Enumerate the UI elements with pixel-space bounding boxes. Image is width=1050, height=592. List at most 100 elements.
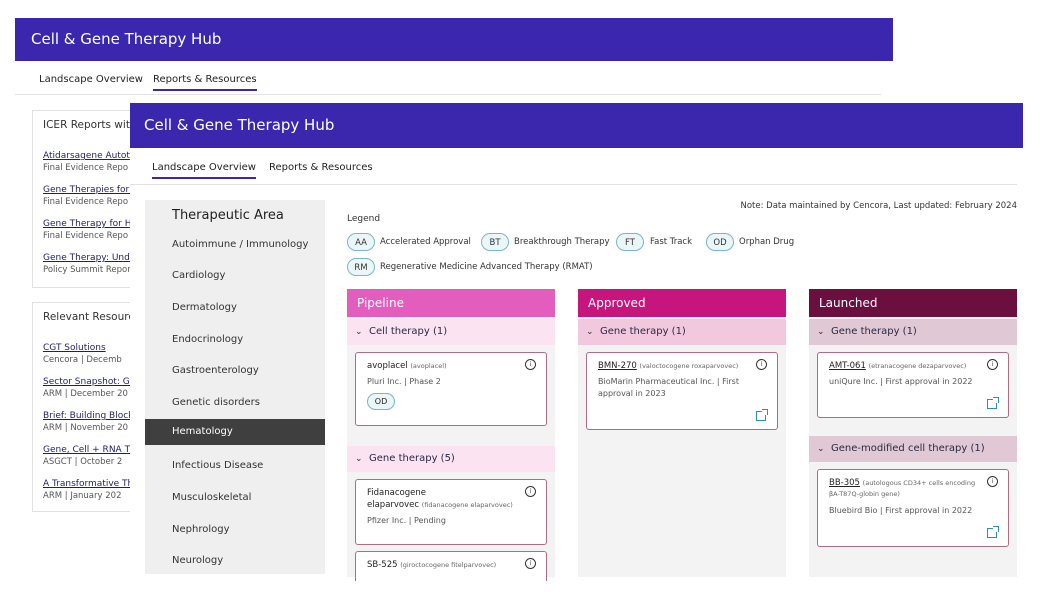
therapy-name: SB-525 (giroctocogene fitelparvovec) bbox=[367, 560, 496, 570]
list-item: Sector Snapshot: Ge ARM | December 20 bbox=[43, 377, 135, 399]
group-toggle[interactable]: ⌄ Cell therapy (1) bbox=[347, 319, 555, 345]
sidebar-item-nephrology[interactable]: Nephrology bbox=[145, 517, 325, 543]
tab-landscape-overview[interactable]: Landscape Overview bbox=[152, 162, 256, 179]
legend-badge-bt: BT bbox=[481, 233, 509, 251]
therapy-card[interactable]: BB-305 (autologous CD34+ cells encoding … bbox=[817, 469, 1009, 547]
report-link[interactable]: Atidarsagene Autot bbox=[43, 151, 130, 161]
therapy-name: avoplacel (avoplacel) bbox=[367, 361, 447, 371]
column-header: Pipeline bbox=[347, 289, 555, 317]
therapy-name: Fidanacogene bbox=[367, 488, 426, 498]
chevron-down-icon: ⌄ bbox=[817, 327, 825, 337]
sidebar-item-neurology[interactable]: Neurology bbox=[145, 548, 325, 574]
list-item: CGT Solutions Cencora | Decemb bbox=[43, 343, 122, 365]
sidebar-item-gastroenterology[interactable]: Gastroenterology bbox=[145, 358, 325, 384]
therapy-detail: Pfizer Inc. | Pending bbox=[367, 516, 446, 525]
resource-link[interactable]: CGT Solutions bbox=[43, 343, 122, 353]
sidebar-item-autoimmune[interactable]: Autoimmune / Immunology bbox=[145, 232, 325, 258]
column-header: Approved bbox=[578, 289, 786, 317]
group-toggle[interactable]: ⌄ Gene therapy (5) bbox=[347, 446, 555, 472]
legend-label: Fast Track bbox=[650, 237, 693, 247]
report-subtitle: Final Evidence Repo bbox=[43, 197, 129, 207]
badge-od: OD bbox=[367, 393, 395, 410]
generic-name: (giroctocogene fitelparvovec) bbox=[400, 561, 497, 569]
therapy-card[interactable]: AMT-061 (etranacogene dezaparvovec) i un… bbox=[817, 352, 1009, 418]
therapy-detail: BioMarin Pharmaceutical Inc. | First bbox=[598, 377, 739, 386]
info-icon[interactable]: i bbox=[756, 359, 767, 370]
legend-label: Accelerated Approval bbox=[380, 237, 471, 247]
therapeutic-area-sidebar: Therapeutic Area Autoimmune / Immunology… bbox=[145, 200, 325, 574]
tab-reports-resources[interactable]: Reports & Resources bbox=[153, 74, 257, 91]
resource-link[interactable]: A Transformative Th bbox=[43, 479, 133, 489]
therapy-card[interactable]: SB-525 (giroctocogene fitelparvovec) i bbox=[355, 551, 547, 581]
therapy-title[interactable]: AMT-061 bbox=[829, 361, 866, 371]
therapy-title[interactable]: BB-305 bbox=[829, 478, 860, 488]
list-item: Gene Therapy: Unde Policy Summit Repor bbox=[43, 253, 135, 275]
list-item: Brief: Building Block ARM | November 20 bbox=[43, 411, 133, 433]
external-link-icon[interactable] bbox=[756, 409, 768, 421]
tab-landscape-overview[interactable]: Landscape Overview bbox=[39, 74, 143, 85]
chevron-down-icon: ⌄ bbox=[355, 454, 363, 464]
sidebar-item-infectious-disease[interactable]: Infectious Disease bbox=[145, 453, 325, 479]
sidebar-item-hematology[interactable]: Hematology bbox=[145, 419, 325, 445]
resource-link[interactable]: Sector Snapshot: Ge bbox=[43, 377, 135, 387]
therapy-detail: Pluri Inc. | Phase 2 bbox=[367, 377, 441, 386]
pipeline-column: Pipeline ⌄ Cell therapy (1) avoplacel (av… bbox=[347, 289, 555, 581]
generic-name-line2: βA-T87Q-globin gene) bbox=[829, 489, 900, 499]
chevron-down-icon: ⌄ bbox=[586, 327, 594, 337]
sidebar-item-endocrinology[interactable]: Endocrinology bbox=[145, 327, 325, 353]
sidebar-item-cardiology[interactable]: Cardiology bbox=[145, 263, 325, 289]
therapy-name: BMN-270 (valoctocogene roxaparvovec) bbox=[598, 361, 738, 371]
therapy-card[interactable]: Fidanacogene elaparvovec (fidanacogene e… bbox=[355, 479, 547, 545]
report-subtitle: Final Evidence Repo bbox=[43, 231, 129, 241]
info-icon[interactable]: i bbox=[525, 558, 536, 569]
sidebar-item-dermatology[interactable]: Dermatology bbox=[145, 295, 325, 321]
approved-column: Approved ⌄ Gene therapy (1) BMN-270 (valo… bbox=[578, 289, 786, 577]
therapy-name: BB-305 (autologous CD34+ cells encoding bbox=[829, 478, 975, 488]
therapy-detail: uniQure Inc. | First approval in 2022 bbox=[829, 377, 973, 386]
legend-badge-rm: RM bbox=[347, 258, 375, 276]
report-subtitle: Policy Summit Repor bbox=[43, 265, 131, 275]
chevron-down-icon: ⌄ bbox=[355, 327, 363, 337]
generic-name: (fidanacogene elaparvovec) bbox=[421, 501, 513, 509]
info-icon[interactable]: i bbox=[525, 359, 536, 370]
list-item: Gene Therapy for He Final Evidence Repo bbox=[43, 219, 137, 241]
tab-reports-resources[interactable]: Reports & Resources bbox=[269, 162, 373, 173]
external-link-icon[interactable] bbox=[987, 397, 999, 409]
group-toggle[interactable]: ⌄ Gene therapy (1) bbox=[578, 319, 786, 345]
therapy-title[interactable]: BMN-270 bbox=[598, 361, 637, 371]
foreground-window: Cell & Gene Therapy Hub Landscape Overvi… bbox=[130, 103, 1023, 583]
therapy-card[interactable]: avoplacel (avoplacel) i Pluri Inc. | Pha… bbox=[355, 352, 547, 426]
therapy-title: avoplacel bbox=[367, 361, 408, 371]
group-toggle[interactable]: ⌄ Gene-modified cell therapy (1) bbox=[809, 436, 1017, 462]
legend-badge-aa: AA bbox=[347, 233, 375, 251]
tab-bar: Landscape Overview Reports & Resources bbox=[130, 158, 1017, 185]
generic-name: (avoplacel) bbox=[410, 362, 447, 370]
legend-label: Regenerative Medicine Advanced Therapy (… bbox=[380, 262, 593, 272]
legend-badge-od: OD bbox=[706, 233, 734, 251]
list-item: A Transformative Th ARM | January 202 bbox=[43, 479, 133, 501]
group-toggle[interactable]: ⌄ Gene therapy (1) bbox=[809, 319, 1017, 345]
resource-link[interactable]: Gene, Cell + RNA Th bbox=[43, 445, 136, 455]
chevron-down-icon: ⌄ bbox=[817, 444, 825, 454]
info-icon[interactable]: i bbox=[525, 486, 536, 497]
tab-bar: Landscape Overview Reports & Resources bbox=[15, 70, 881, 95]
report-link[interactable]: Gene Therapy for He bbox=[43, 219, 137, 229]
therapy-name: AMT-061 (etranacogene dezaparvovec) bbox=[829, 361, 966, 371]
info-icon[interactable]: i bbox=[987, 359, 998, 370]
report-link[interactable]: Gene Therapy: Unde bbox=[43, 253, 135, 263]
legend-badge-ft: FT bbox=[616, 233, 644, 251]
external-link-icon[interactable] bbox=[987, 526, 999, 538]
group-label: Gene therapy (1) bbox=[600, 326, 686, 337]
info-icon[interactable]: i bbox=[987, 476, 998, 487]
sidebar-item-musculoskeletal[interactable]: Musculoskeletal bbox=[145, 485, 325, 511]
therapy-card[interactable]: BMN-270 (valoctocogene roxaparvovec) i B… bbox=[586, 352, 778, 430]
list-item: Gene, Cell + RNA Th ASGCT | October 2 bbox=[43, 445, 136, 467]
resource-link[interactable]: Brief: Building Block bbox=[43, 411, 133, 421]
list-item: Atidarsagene Autot Final Evidence Repo bbox=[43, 151, 130, 173]
sidebar-item-genetic-disorders[interactable]: Genetic disorders bbox=[145, 390, 325, 416]
data-note: Note: Data maintained by Cencora, Last u… bbox=[740, 201, 1017, 211]
therapy-title: elaparvovec bbox=[367, 500, 420, 510]
legend-label: Orphan Drug bbox=[739, 237, 795, 247]
group-label: Gene therapy (1) bbox=[831, 326, 917, 337]
report-link[interactable]: Gene Therapies for S bbox=[43, 185, 138, 195]
